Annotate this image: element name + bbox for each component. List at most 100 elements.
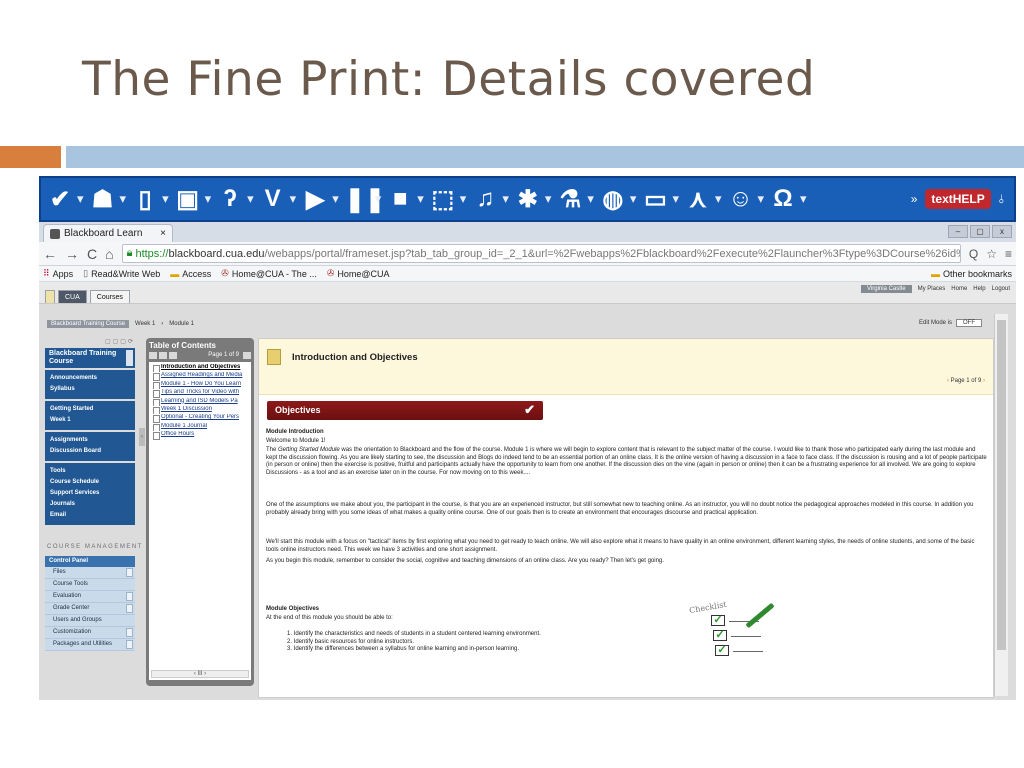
close-window-button[interactable]: x: [992, 225, 1012, 238]
menu-refresh-icon[interactable]: ⟳: [128, 338, 133, 348]
bookmark-item[interactable]: ⠿ Apps: [43, 268, 73, 279]
expand-toggle-icon[interactable]: [126, 568, 133, 577]
browser-tab[interactable]: Blackboard Learn ×: [43, 224, 173, 242]
bb-home-icon[interactable]: [45, 290, 55, 303]
link-logout[interactable]: Logout: [992, 286, 1010, 292]
control-panel-item[interactable]: Packages and Utilities: [45, 639, 135, 651]
edit-mode-toggle[interactable]: OFF: [956, 319, 982, 327]
pin-icon[interactable]: ⫰: [999, 192, 1004, 207]
tab-close-icon[interactable]: ×: [160, 228, 166, 239]
course-menu-item[interactable]: Discussion Board: [45, 446, 135, 457]
reload-icon[interactable]: C: [87, 246, 97, 262]
play-tool[interactable]: ▶ ▾: [302, 181, 339, 217]
dropdown-arrow-icon[interactable]: ▾: [120, 191, 127, 207]
check-tool[interactable]: ✔ ▾: [47, 181, 84, 217]
course-menu-item[interactable]: Course Schedule: [45, 477, 135, 488]
course-menu-item[interactable]: Assignments: [45, 435, 135, 446]
page-scrollbar-thumb[interactable]: [997, 320, 1006, 650]
course-menu-item[interactable]: Tools: [45, 466, 135, 477]
bookmark-star-icon[interactable]: ☆: [986, 247, 997, 261]
control-panel-item[interactable]: Course Tools: [45, 579, 135, 591]
dropdown-arrow-icon[interactable]: ▾: [672, 191, 679, 207]
dropdown-arrow-icon[interactable]: ▾: [502, 191, 509, 207]
dropdown-arrow-icon[interactable]: ▾: [417, 191, 424, 207]
picture-tool[interactable]: ▣ ▾: [175, 181, 212, 217]
menu-icon[interactable]: ≡: [1005, 247, 1012, 261]
dropdown-arrow-icon[interactable]: ▾: [587, 191, 594, 207]
expand-toggle-icon[interactable]: [126, 628, 133, 637]
dropdown-arrow-icon[interactable]: ▾: [205, 191, 212, 207]
course-menu-title[interactable]: Blackboard Training Course: [45, 348, 135, 368]
book-tool[interactable]: ▯ ▾: [132, 181, 169, 217]
stop-tool[interactable]: ■ ▾: [387, 181, 424, 217]
toc-item[interactable]: Office Hours: [151, 431, 249, 440]
search-icon[interactable]: Q: [969, 247, 978, 261]
course-menu-scroll[interactable]: [126, 350, 133, 366]
breadcrumb-week[interactable]: Week 1: [135, 321, 155, 327]
tab-courses[interactable]: Courses: [89, 290, 130, 303]
texthelp-logo[interactable]: textHELP: [925, 189, 991, 209]
dropdown-arrow-icon[interactable]: ▾: [800, 191, 807, 207]
network-tool[interactable]: ⋏ ▾: [685, 181, 722, 217]
ear-tool[interactable]: ʔ ▾: [217, 181, 254, 217]
control-panel-item[interactable]: Evaluation: [45, 591, 135, 603]
menu-folder-icon[interactable]: ▢: [113, 338, 119, 348]
toc-horizontal-scrollbar[interactable]: ‹ III ›: [151, 670, 249, 678]
toc-first-button[interactable]: [149, 351, 157, 359]
page-scrollbar[interactable]: [994, 314, 1008, 696]
toc-next-button[interactable]: [243, 351, 251, 359]
dropdown-arrow-icon[interactable]: ▾: [162, 191, 169, 207]
user-name[interactable]: Virginia Castle: [861, 285, 912, 293]
breadcrumb-course[interactable]: Blackboard Training Course: [47, 320, 130, 328]
headphones-tool[interactable]: Ω ▾: [770, 181, 807, 217]
dropdown-arrow-icon[interactable]: ▾: [290, 191, 297, 207]
toc-item[interactable]: Assigned Readings and Media: [151, 372, 249, 381]
address-bar[interactable]: 🔒︎ https:// blackboard.cua.edu /webapps/…: [121, 244, 961, 263]
course-menu-item[interactable]: Week 1: [45, 415, 135, 426]
dropdown-arrow-icon[interactable]: ▾: [545, 191, 552, 207]
toc-item[interactable]: Module 1 Journal: [151, 423, 249, 432]
dropdown-arrow-icon[interactable]: ▾: [77, 191, 84, 207]
other-bookmarks[interactable]: ▬ Other bookmarks: [931, 269, 1012, 279]
course-menu-item[interactable]: Syllabus: [45, 384, 135, 395]
home-icon[interactable]: ⌂: [105, 246, 113, 262]
dropdown-arrow-icon[interactable]: ▾: [715, 191, 722, 207]
folder-tool[interactable]: ▭ ▾: [642, 181, 679, 217]
control-panel-item[interactable]: Grade Center: [45, 603, 135, 615]
drama-mask-tool[interactable]: ☺ ▾: [728, 181, 765, 217]
course-menu-item[interactable]: Support Services: [45, 488, 135, 499]
toc-prev-button[interactable]: [159, 351, 167, 359]
bookmark-item[interactable]: ✇ Home@CUA - The ...: [221, 268, 317, 279]
dropdown-arrow-icon[interactable]: ▾: [630, 191, 637, 207]
control-panel-item[interactable]: Users and Groups: [45, 615, 135, 627]
control-panel-title[interactable]: Control Panel: [45, 556, 135, 567]
toc-item[interactable]: Learning and ISD Models Pa: [151, 398, 249, 406]
dropdown-arrow-icon[interactable]: ▾: [758, 191, 765, 207]
vocab-tool[interactable]: V ▾: [260, 181, 297, 217]
next-page-icon[interactable]: ›: [983, 378, 985, 384]
music-note-tool[interactable]: ♫ ▾: [472, 181, 509, 217]
forward-icon[interactable]: →: [65, 246, 79, 262]
course-menu-item[interactable]: Email: [45, 510, 135, 521]
link-help[interactable]: Help: [973, 286, 985, 292]
link-my-places[interactable]: My Places: [918, 286, 946, 292]
control-panel-item[interactable]: Files: [45, 567, 135, 579]
bookmark-item[interactable]: ✇ Home@CUA: [327, 268, 390, 279]
translate-globe-tool[interactable]: ◍ ▾: [600, 181, 637, 217]
tab-cua[interactable]: CUA: [58, 290, 87, 303]
minimize-button[interactable]: –: [948, 225, 968, 238]
toc-item[interactable]: Week 1 Discussion: [151, 406, 249, 415]
control-panel-item[interactable]: Customization: [45, 627, 135, 639]
dropdown-arrow-icon[interactable]: ▾: [460, 191, 467, 207]
link-home[interactable]: Home: [951, 286, 967, 292]
dropdown-arrow-icon[interactable]: ▾: [332, 191, 339, 207]
dropdown-arrow-icon[interactable]: ▾: [247, 191, 254, 207]
dropdown-arrow-icon[interactable]: ▾: [375, 191, 382, 207]
course-menu-item[interactable]: Journals: [45, 499, 135, 510]
restore-button[interactable]: ▢: [970, 225, 990, 238]
menu-add-icon[interactable]: ▢: [105, 338, 111, 348]
menu-view-icon[interactable]: ▢: [120, 338, 126, 348]
course-menu-item[interactable]: Getting Started: [45, 404, 135, 415]
lab-flask-tool[interactable]: ⚗ ▾: [557, 181, 594, 217]
settings-gear-tool[interactable]: ✱ ▾: [515, 181, 552, 217]
